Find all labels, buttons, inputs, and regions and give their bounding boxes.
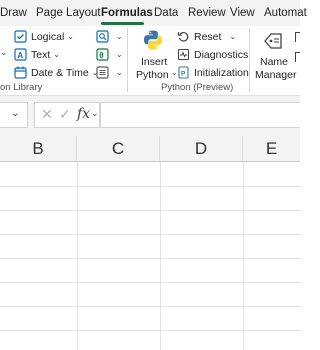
- diagnostics-button[interactable]: Diagnostics: [177, 48, 248, 61]
- chevron-down-icon: ⌄: [53, 50, 60, 59]
- chevron-down-icon: ⌄: [116, 32, 123, 41]
- row-gridline: [0, 234, 300, 235]
- row-gridline: [0, 282, 300, 283]
- enter-icon[interactable]: ✓: [59, 106, 71, 123]
- name-manager-button[interactable]: Name Manager: [255, 28, 297, 81]
- python-icon: [142, 29, 164, 51]
- logical-label: Logical: [31, 30, 65, 43]
- column-gridline: [77, 162, 78, 350]
- column-header-b[interactable]: B: [0, 136, 77, 162]
- tab-draw[interactable]: Draw: [0, 7, 27, 19]
- row-gridline: [0, 330, 300, 331]
- chevron-down-icon: ⌄: [91, 108, 99, 118]
- chevron-down-icon: ⌄: [11, 108, 20, 119]
- initialization-button[interactable]: P Initialization: [177, 66, 249, 79]
- more-functions-icon: [96, 66, 109, 79]
- chevron-down-icon: ⌄: [229, 32, 237, 41]
- tab-review[interactable]: Review: [188, 7, 226, 19]
- group-separator: [127, 28, 128, 92]
- tab-formulas[interactable]: Formulas: [101, 7, 153, 19]
- row-gridline: [0, 210, 300, 211]
- logical-button[interactable]: Logical ⌄: [14, 30, 74, 43]
- insert-python-button[interactable]: Insert Python ⌄: [133, 28, 178, 81]
- ribbon-tabs: Draw Page Layout Formulas Data Review Vi…: [0, 0, 307, 26]
- text-icon: A: [14, 48, 27, 61]
- name-manager-icon: [262, 30, 284, 52]
- insert-python-label-line2: Python: [136, 69, 169, 81]
- use-in-formula-icon[interactable]: [295, 52, 300, 62]
- worksheet-grid: B C D E: [0, 136, 300, 350]
- python-group-label: Python (Preview): [161, 82, 234, 93]
- reset-button[interactable]: Reset ⌄: [177, 30, 236, 43]
- row-gridline: [0, 186, 300, 187]
- cancel-icon[interactable]: ✕: [41, 106, 53, 123]
- row-gridline: [0, 306, 300, 307]
- tab-data[interactable]: Data: [154, 7, 178, 19]
- reset-icon: [177, 30, 190, 43]
- svg-text:P: P: [181, 71, 186, 78]
- group-separator: [249, 28, 250, 92]
- lookup-reference-button[interactable]: ⌄: [96, 30, 123, 43]
- text-label: Text: [31, 48, 51, 61]
- chevron-down-icon: ⌄: [67, 32, 74, 41]
- tab-view[interactable]: View: [230, 7, 255, 19]
- date-time-label: Date & Time: [31, 66, 89, 79]
- calendar-icon: [14, 66, 27, 79]
- initialization-icon: P: [177, 66, 190, 79]
- logical-icon: [14, 30, 27, 43]
- diagnostics-icon: [177, 48, 190, 61]
- reset-label: Reset: [194, 30, 222, 43]
- prev-dropdown-caret[interactable]: ⌄: [0, 47, 8, 58]
- column-header-d[interactable]: D: [160, 136, 243, 162]
- cell-area[interactable]: [0, 162, 300, 350]
- column-header-c[interactable]: C: [77, 136, 160, 162]
- chevron-down-icon: ⌄: [116, 68, 123, 77]
- function-library-group-label: on Library: [0, 82, 43, 93]
- date-time-button[interactable]: Date & Time ⌄: [14, 66, 98, 79]
- formula-buttons: ✕ ✓ fx ⌄: [34, 102, 100, 128]
- math-trig-button[interactable]: θ ⌄: [96, 48, 123, 61]
- diagnostics-label: Diagnostics: [194, 48, 249, 61]
- column-gridline: [160, 162, 161, 350]
- text-button[interactable]: A Text ⌄: [14, 48, 60, 61]
- initialization-label: Initialization: [194, 66, 249, 79]
- name-manager-label-line2: Manager: [255, 69, 297, 81]
- insert-python-label-line1: Insert: [141, 56, 168, 68]
- insert-function-icon[interactable]: fx: [77, 106, 90, 122]
- svg-text:θ: θ: [99, 51, 103, 60]
- lookup-icon: [96, 30, 109, 43]
- row-gridline: [0, 258, 300, 259]
- formula-bar: ⌄ ✕ ✓ fx ⌄: [0, 96, 300, 136]
- more-functions-button[interactable]: ⌄: [96, 66, 123, 79]
- define-name-icon[interactable]: [295, 32, 300, 42]
- column-gridline: [243, 162, 244, 350]
- svg-text:A: A: [17, 51, 23, 60]
- ribbon: ⌄ Logical ⌄ A Text ⌄ Date & Time ⌄ ⌄ θ ⌄…: [0, 26, 300, 96]
- tab-automate[interactable]: Automat: [264, 7, 307, 19]
- formula-input[interactable]: [100, 102, 300, 128]
- name-manager-label-line1: Name: [260, 56, 289, 68]
- active-tab-indicator: [101, 22, 144, 25]
- tab-page-layout[interactable]: Page Layout: [36, 7, 101, 19]
- math-trig-icon: θ: [96, 48, 109, 61]
- column-header-e[interactable]: E: [243, 136, 300, 162]
- ribbon-panel: ⌄ Logical ⌄ A Text ⌄ Date & Time ⌄ ⌄ θ ⌄…: [0, 26, 300, 96]
- name-box[interactable]: ⌄: [0, 102, 28, 128]
- chevron-down-icon: ⌄: [116, 50, 123, 59]
